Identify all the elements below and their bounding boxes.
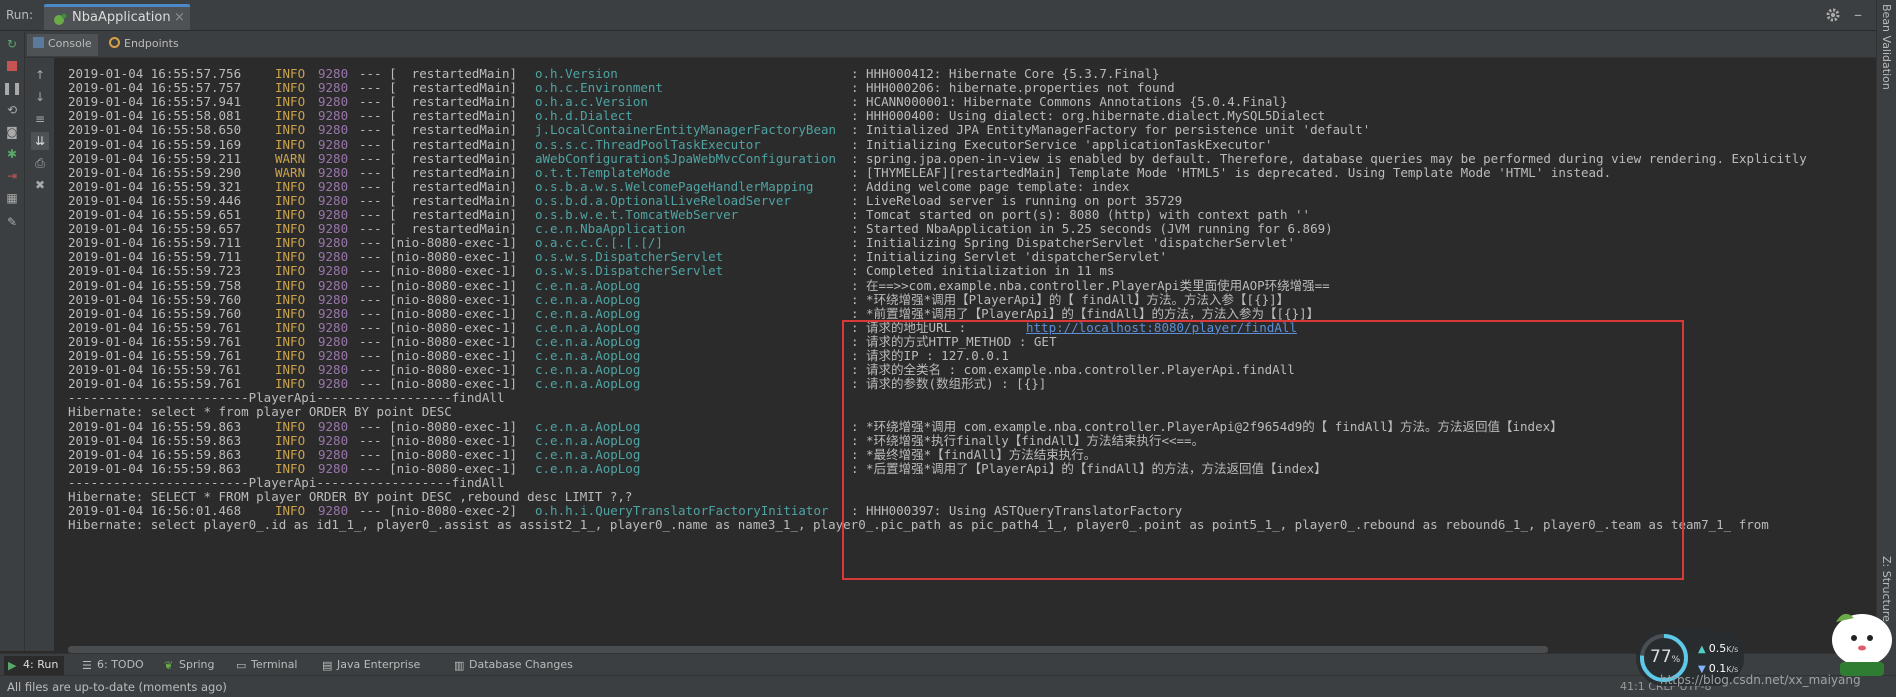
tab-console-label: Console xyxy=(48,37,92,50)
tab-todo[interactable]: ☰ 6: TODO xyxy=(78,656,150,675)
todo-icon: ☰ xyxy=(82,659,92,672)
upload-arrow-icon: ▲ xyxy=(1698,644,1706,655)
upload-value: 0.5 xyxy=(1708,642,1727,655)
camera-icon[interactable]: ◙ xyxy=(3,123,21,141)
status-bar: All files are up-to-date (moments ago) 4… xyxy=(0,675,1896,697)
upload-unit: K/s xyxy=(1726,645,1739,654)
bottom-tool-tabs: ▶ 4: Run ☰ 6: TODO ❦ Spring ▭ Terminal ▤ Java… xyxy=(0,653,1876,675)
pin-icon[interactable]: ✎ xyxy=(3,213,21,231)
tab-database-changes[interactable]: ▥ Database Changes xyxy=(450,656,579,675)
gear-icon[interactable] xyxy=(1825,7,1841,23)
tab-spring-label: Spring xyxy=(179,658,215,671)
tab-terminal-label: Terminal xyxy=(251,658,298,671)
rerun-icon[interactable]: ↻ xyxy=(3,35,21,53)
print-icon[interactable]: ⎙ xyxy=(31,154,49,172)
scroll-to-end-icon[interactable]: ⇊ xyxy=(31,132,49,150)
tab-terminal[interactable]: ▭ Terminal xyxy=(232,656,304,675)
status-text: All files are up-to-date (moments ago) xyxy=(7,680,227,694)
debug-icon[interactable]: ✱ xyxy=(3,145,21,163)
spring-icon: ❦ xyxy=(164,659,174,672)
tab-spring[interactable]: ❦ Spring xyxy=(160,656,221,675)
tab-console[interactable]: Console xyxy=(27,34,98,56)
cpu-percent-value: 77 xyxy=(1650,647,1672,667)
pause-icon[interactable]: ❚❚ xyxy=(2,79,22,97)
java-enterprise-icon: ▤ xyxy=(322,659,333,672)
horizontal-scrollbar[interactable] xyxy=(56,646,1876,653)
up-arrow-icon[interactable]: ↑ xyxy=(31,66,49,84)
console-tabbar: Console Endpoints xyxy=(25,31,1876,58)
tab-run-label: 4: Run xyxy=(23,658,59,671)
run-toolbar: Run: NbaApplication × – xyxy=(0,0,1896,31)
minimize-icon[interactable]: – xyxy=(1854,5,1862,24)
right-tool-strip: Bean Validation Z: Structure xyxy=(1876,0,1896,697)
log-logger: c.e.n.a.AopLog xyxy=(535,460,641,476)
console-icon xyxy=(33,37,44,48)
tab-title: NbaApplication xyxy=(72,10,171,25)
run-icon: ▶ xyxy=(8,659,17,672)
endpoints-icon xyxy=(109,37,120,48)
soft-wrap-icon[interactable]: ≡ xyxy=(31,110,49,128)
mascot-sticker-icon xyxy=(1832,613,1892,676)
run-label: Run: xyxy=(6,8,34,22)
upload-speed: ▲ 0.5K/s xyxy=(1698,642,1738,655)
tab-endpoints[interactable]: Endpoints xyxy=(103,34,185,56)
cpu-percent: 77% xyxy=(1650,647,1680,667)
run-controls-toolbar: ↻ ❚❚ ⟲ ◙ ✱ ⇥ ▦ ✎ xyxy=(0,31,25,651)
trash-icon[interactable]: ✖ xyxy=(31,176,49,194)
terminal-icon: ▭ xyxy=(236,659,247,672)
down-arrow-icon[interactable]: ↓ xyxy=(31,88,49,106)
stop-icon[interactable] xyxy=(3,57,21,75)
tab-nbaapplication[interactable]: NbaApplication × xyxy=(44,4,190,30)
close-icon[interactable]: × xyxy=(174,10,185,25)
tab-todo-label: 6: TODO xyxy=(97,658,144,671)
restart-icon[interactable]: ⟲ xyxy=(3,101,21,119)
exit-icon[interactable]: ⇥ xyxy=(3,167,21,185)
tab-java-enterprise[interactable]: ▤ Java Enterprise xyxy=(318,656,426,675)
console-actions-toolbar: ↑ ↓ ≡ ⇊ ⎙ ✖ xyxy=(25,58,55,651)
tab-run[interactable]: ▶ 4: Run xyxy=(4,656,65,675)
tab-database-changes-label: Database Changes xyxy=(469,658,573,671)
database-icon: ▥ xyxy=(454,659,465,672)
bean-validation-tab[interactable]: Bean Validation xyxy=(1880,4,1893,90)
tab-java-enterprise-label: Java Enterprise xyxy=(337,658,421,671)
highlight-box xyxy=(842,320,1684,580)
layout-icon[interactable]: ▦ xyxy=(3,189,21,207)
cpu-percent-unit: % xyxy=(1671,655,1681,665)
spring-app-icon xyxy=(54,13,67,25)
log-logger: c.e.n.a.AopLog xyxy=(535,376,641,392)
tab-endpoints-label: Endpoints xyxy=(124,37,179,50)
scroll-thumb[interactable] xyxy=(68,646,1548,653)
